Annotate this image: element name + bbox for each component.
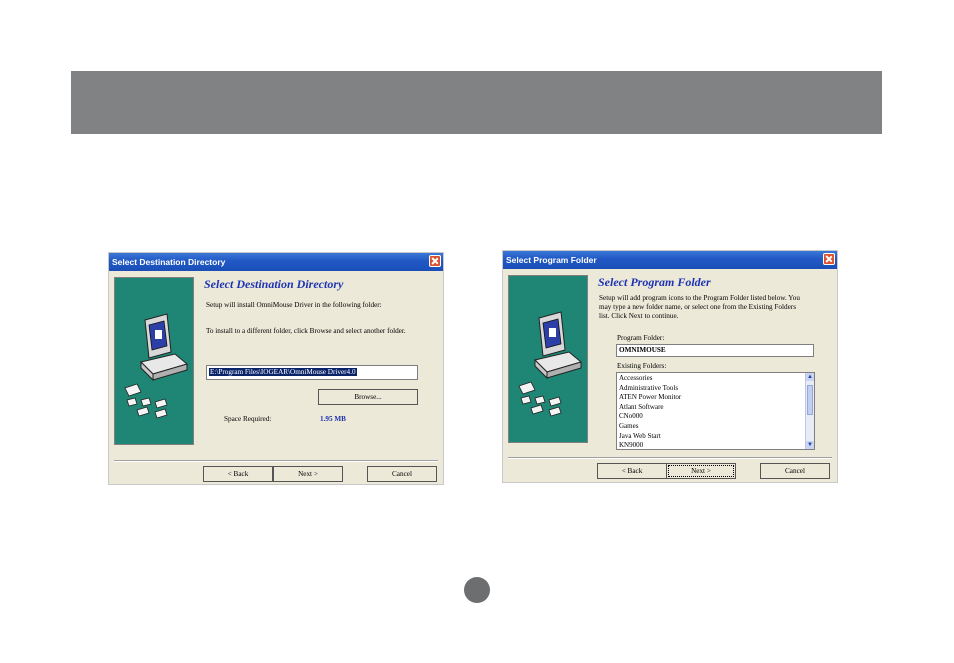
list-scrollbar[interactable]: ▲ ▼: [805, 373, 814, 449]
title-bar: Select Program Folder: [503, 251, 837, 269]
program-folder-value: OMNIMOUSE: [619, 346, 666, 354]
dialog-heading: Select Program Folder: [598, 275, 711, 289]
list-item[interactable]: CNo000: [619, 412, 814, 422]
space-required-value: 1.95 MB: [320, 415, 346, 423]
description-line-1: Setup will add program icons to the Prog…: [599, 294, 800, 302]
existing-folders-label: Existing Folders:: [617, 362, 667, 370]
browse-button[interactable]: Browse...: [318, 389, 418, 405]
change-folder-text: To install to a different folder, click …: [206, 327, 406, 335]
button-separator: [114, 460, 438, 462]
computer-setup-icon: [518, 311, 583, 417]
title-bar: Select Destination Directory: [109, 253, 443, 271]
window-title: Select Program Folder: [506, 255, 597, 265]
close-icon[interactable]: [823, 253, 835, 265]
close-icon[interactable]: [429, 255, 441, 267]
existing-folders-list[interactable]: Accessories Administrative Tools ATEN Po…: [616, 372, 815, 450]
cancel-button[interactable]: Cancel: [760, 463, 830, 479]
back-button[interactable]: < Back: [203, 466, 273, 482]
back-button[interactable]: < Back: [597, 463, 667, 479]
scroll-down-icon[interactable]: ▼: [806, 441, 814, 449]
page-marker: [464, 577, 490, 603]
setup-art-panel: [114, 277, 194, 445]
destination-path-value: E:\Program Files\IOGEAR\OmniMouse Driver…: [209, 368, 357, 376]
cancel-button[interactable]: Cancel: [367, 466, 437, 482]
next-button[interactable]: Next >: [273, 466, 343, 482]
space-required-label: Space Required:: [224, 415, 272, 423]
next-button[interactable]: Next >: [666, 463, 736, 479]
destination-path-field[interactable]: E:\Program Files\IOGEAR\OmniMouse Driver…: [206, 365, 418, 380]
select-program-folder-dialog: Select Program Folder Select Program Fol…: [502, 250, 838, 483]
scroll-thumb[interactable]: [807, 385, 813, 415]
header-band: [71, 71, 882, 134]
list-item[interactable]: Java Web Start: [619, 432, 814, 442]
program-folder-field[interactable]: OMNIMOUSE: [616, 344, 814, 357]
window-title: Select Destination Directory: [112, 257, 226, 267]
scroll-up-icon[interactable]: ▲: [806, 373, 814, 381]
description-line-2: may type a new folder name, or select on…: [599, 303, 796, 311]
install-folder-text: Setup will install OmniMouse Driver in t…: [206, 301, 382, 309]
list-item[interactable]: Administrative Tools: [619, 384, 814, 394]
button-separator: [508, 457, 832, 459]
select-destination-dialog: Select Destination Directory Select Dest…: [108, 252, 444, 485]
program-folder-label: Program Folder:: [617, 334, 665, 342]
setup-art-panel: [508, 275, 588, 443]
list-item[interactable]: ATEN Power Monitor: [619, 393, 814, 403]
computer-setup-icon: [124, 313, 189, 419]
dialog-heading: Select Destination Directory: [204, 277, 344, 291]
list-item[interactable]: Games: [619, 422, 814, 432]
description-line-3: list. Click Next to continue.: [599, 312, 679, 320]
list-item[interactable]: Atlant Software: [619, 403, 814, 413]
list-item[interactable]: KN9000: [619, 441, 814, 449]
list-item[interactable]: Accessories: [619, 374, 814, 384]
